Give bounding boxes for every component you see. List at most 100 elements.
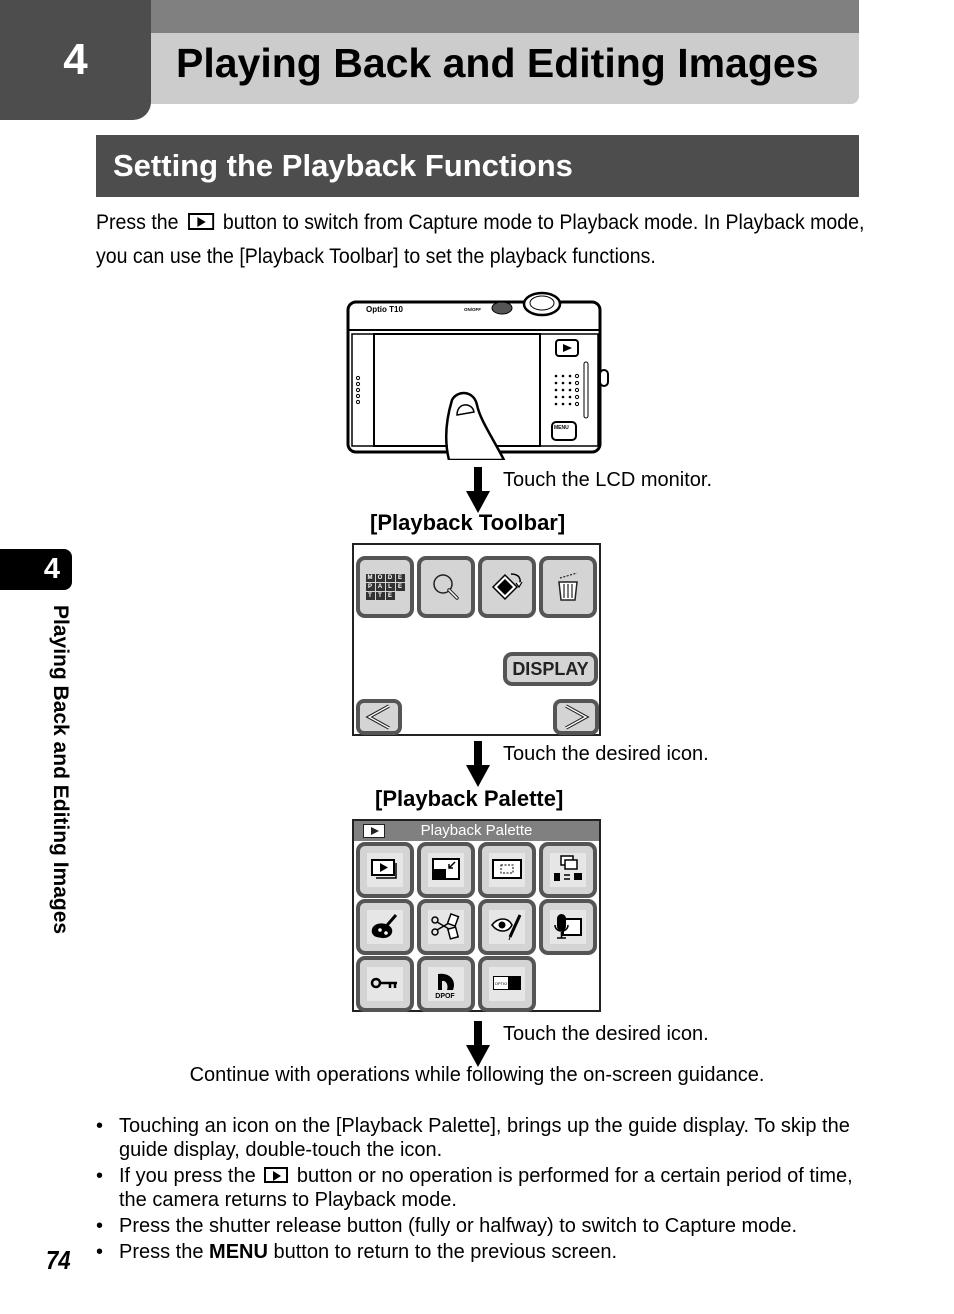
- section-title: Setting the Playback Functions: [113, 148, 573, 183]
- zoom-button[interactable]: [417, 556, 475, 618]
- rotate-icon: [491, 573, 523, 601]
- slideshow-icon: [371, 859, 397, 879]
- chapter-title: Playing Back and Editing Images: [176, 40, 819, 86]
- palette-title: Playback Palette: [420, 822, 533, 839]
- icon-background: [550, 853, 586, 887]
- note-text: button to return to the previous screen.: [273, 1241, 618, 1263]
- protect-key-button[interactable]: [356, 956, 414, 1012]
- chevron-left-icon: [365, 704, 390, 730]
- mode-palette-letter: E: [395, 583, 405, 591]
- digital-filter-button[interactable]: [356, 899, 414, 955]
- red-eye-edit-button[interactable]: [478, 899, 536, 955]
- icon-background: [367, 967, 403, 1001]
- icon-background: [367, 910, 403, 944]
- playback-palette-screen: Playback Palette DPOF OPTIO: [352, 819, 601, 1012]
- page-number: 74: [46, 1245, 71, 1275]
- protect-key-icon: [370, 977, 397, 989]
- note-text: Touching an icon on the [Playback Palett…: [119, 1115, 850, 1161]
- chevron-right-icon: [565, 704, 590, 730]
- dpof-button[interactable]: DPOF: [417, 956, 475, 1012]
- icon-background: [489, 853, 525, 887]
- display-button[interactable]: DISPLAY: [503, 652, 598, 686]
- side-chapter-title: Playing Back and Editing Images: [49, 605, 72, 935]
- note-item: • Press the shutter release button (full…: [96, 1214, 876, 1238]
- camera-illustration: Optio T10 ON/OFF MENU: [346, 291, 609, 460]
- icon-background: [428, 853, 464, 887]
- image-copy-button[interactable]: [539, 842, 597, 898]
- note-text: Press the: [119, 1241, 204, 1263]
- icon-background: DPOF: [428, 967, 464, 1001]
- startup-screen-button[interactable]: OPTIO: [478, 956, 536, 1012]
- svg-text:OPTIO: OPTIO: [495, 981, 507, 986]
- icon-background: [367, 853, 403, 887]
- bullet: •: [96, 1241, 104, 1263]
- down-arrow-icon: [466, 741, 490, 787]
- zoom-magnifier-icon: [433, 574, 459, 600]
- mode-palette-letter: E: [385, 592, 395, 600]
- delete-trash-icon: [558, 572, 578, 601]
- cropping-button[interactable]: [478, 842, 536, 898]
- palette-label: [Playback Palette]: [375, 786, 564, 811]
- intro-text-before: Press the: [96, 211, 179, 234]
- icon-background: [489, 910, 525, 944]
- bullet: •: [96, 1165, 104, 1187]
- rotate-button[interactable]: [478, 556, 536, 618]
- digital-filter-icon: [371, 914, 398, 939]
- resize-icon: [432, 858, 460, 880]
- startup-screen-icon: OPTIO: [493, 976, 521, 990]
- frame-composite-button[interactable]: [417, 899, 475, 955]
- mode-palette-letter: M: [365, 574, 375, 582]
- image-copy-icon: [554, 855, 582, 881]
- side-chapter-tab: 4: [0, 549, 72, 590]
- camera-model-label: Optio T10: [366, 305, 403, 314]
- mode-palette-letter: D: [385, 574, 395, 582]
- mode-palette-letter: [396, 592, 405, 600]
- dpof-icon: DPOF: [435, 973, 455, 1000]
- svg-text:MENU: MENU: [554, 425, 569, 431]
- voice-memo-icon: [554, 914, 582, 939]
- down-arrow-icon: [466, 467, 490, 513]
- mode-palette-letter: T: [365, 592, 375, 600]
- note-item: • Touching an icon on the [Playback Pale…: [96, 1114, 876, 1162]
- mode-palette-letter: O: [375, 574, 385, 582]
- bullet: •: [96, 1115, 104, 1137]
- note-item: • Press the MENU button to return to the…: [96, 1240, 876, 1264]
- playback-toolbar-screen: MODEPALETTE DISPLAY: [352, 543, 601, 736]
- step-caption: Touch the desired icon.: [503, 743, 709, 765]
- step-caption: Touch the LCD monitor.: [503, 469, 712, 491]
- chapter-number: 4: [63, 35, 88, 84]
- intro-paragraph: Press the button to switch from Capture …: [96, 206, 868, 274]
- bullet: •: [96, 1215, 104, 1237]
- icon-background: [550, 910, 586, 944]
- mode-palette-button[interactable]: MODEPALETTE: [356, 556, 414, 618]
- down-arrow-icon: [466, 1021, 490, 1067]
- previous-image-button[interactable]: [356, 699, 402, 735]
- cropping-icon: [492, 859, 522, 879]
- mode-palette-letter: P: [365, 583, 375, 591]
- playback-button-icon: [264, 1167, 289, 1183]
- voice-memo-button[interactable]: [539, 899, 597, 955]
- mode-palette-letter: A: [375, 583, 385, 591]
- icon-background: [428, 910, 464, 944]
- continue-instruction: Continue with operations while following…: [189, 1064, 765, 1086]
- delete-button[interactable]: [539, 556, 597, 618]
- slideshow-button[interactable]: [356, 842, 414, 898]
- menu-button-label: MENU: [209, 1241, 268, 1263]
- next-image-button[interactable]: [553, 699, 599, 735]
- chapter-header-top-band: [151, 0, 859, 33]
- svg-text:DPOF: DPOF: [435, 993, 455, 1000]
- note-text: If you press the: [119, 1165, 256, 1187]
- mode-palette-letter: L: [385, 583, 395, 591]
- mode-palette-icon: MODEPALETTE: [365, 574, 405, 600]
- resize-button[interactable]: [417, 842, 475, 898]
- toolbar-label: [Playback Toolbar]: [370, 510, 566, 535]
- frame-composite-icon: [431, 912, 460, 940]
- icon-background: OPTIO: [489, 967, 525, 1001]
- step-caption: Touch the desired icon.: [503, 1023, 709, 1045]
- note-item: • If you press the button or no operatio…: [96, 1164, 876, 1212]
- red-eye-edit-icon: [491, 914, 522, 941]
- mode-palette-letter: T: [375, 592, 385, 600]
- notes-list: • Touching an icon on the [Playback Pale…: [96, 1114, 876, 1266]
- svg-text:ON/OFF: ON/OFF: [464, 307, 481, 312]
- mode-palette-letter: E: [395, 574, 405, 582]
